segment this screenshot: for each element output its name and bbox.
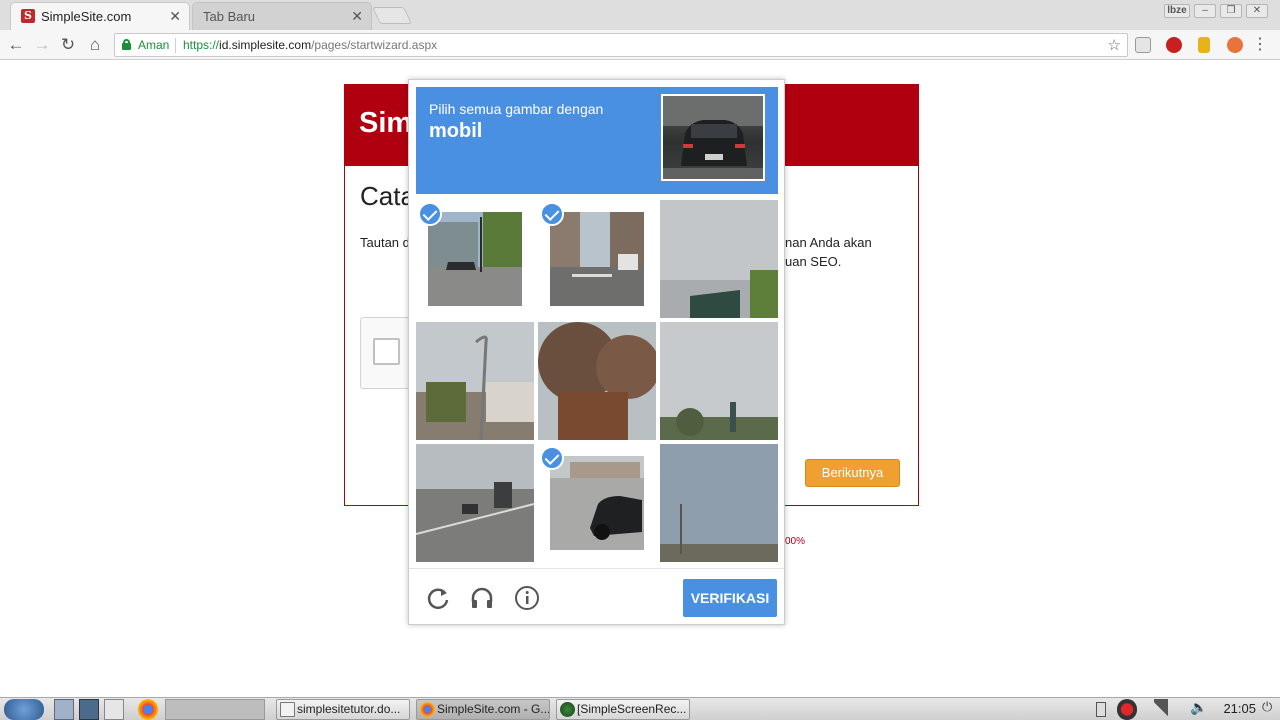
selected-check-icon (540, 202, 564, 226)
close-tab-icon[interactable]: ✕ (169, 8, 181, 25)
volume-icon[interactable]: 🔈 (1190, 699, 1210, 720)
captcha-tile-9[interactable] (660, 444, 778, 562)
task-label: SimpleSite.com - G... (437, 702, 550, 716)
workspace-switcher[interactable] (165, 699, 265, 720)
description-right: nan Anda akan uan SEO. (785, 235, 872, 269)
battery-icon[interactable] (1096, 702, 1106, 717)
task-document[interactable]: simplesitetutor.do... (276, 699, 410, 720)
reload-icon[interactable]: ↻ (58, 35, 78, 55)
captcha-tile-8[interactable] (538, 444, 656, 562)
close-tab-icon[interactable]: ✕ (351, 8, 363, 25)
network-icon[interactable] (1154, 699, 1168, 720)
street-image (550, 456, 644, 550)
audio-challenge-icon[interactable] (469, 585, 495, 611)
captcha-instructions: Pilih semua gambar dengan mobil (416, 87, 778, 194)
captcha-challenge: Pilih semua gambar dengan mobil VERIFIKA… (408, 79, 785, 625)
task-label: simplesitetutor.do... (297, 702, 401, 716)
tab-new[interactable]: Tab Baru ✕ (192, 2, 372, 30)
bookmark-star-icon[interactable]: ☆ (1108, 36, 1121, 54)
home-icon[interactable]: ⌂ (85, 35, 105, 55)
selected-check-icon (418, 202, 442, 226)
progress-label: 00% (785, 536, 806, 547)
secure-label: Aman (138, 38, 170, 52)
record-icon[interactable] (1117, 699, 1137, 720)
start-menu-button[interactable] (4, 699, 44, 720)
url-text: https://id.simplesite.com/pages/startwiz… (183, 38, 437, 52)
captcha-tile-2[interactable] (538, 200, 656, 318)
maximize-button[interactable]: ❐ (1220, 4, 1242, 18)
task-recorder[interactable]: [SimpleScreenRec... (556, 699, 690, 720)
extension-icon[interactable] (1227, 37, 1243, 53)
street-image (660, 444, 778, 562)
close-window-button[interactable]: ✕ (1246, 4, 1268, 18)
captcha-tile-7[interactable] (416, 444, 534, 562)
url-scheme: https:// (183, 38, 220, 52)
tab-title: Tab Baru (203, 9, 256, 24)
url-host: id.simplesite.com (219, 38, 312, 52)
task-label: [SimpleScreenRec... (577, 702, 687, 716)
tab-strip: S SimpleSite.com ✕ Tab Baru ✕ lbze – ❐ ✕ (0, 0, 1280, 30)
browser-toolbar: ← → ↻ ⌂ Aman https://id.simplesite.com/p… (0, 30, 1280, 60)
adblock-extension-icon[interactable] (1166, 37, 1182, 53)
info-icon[interactable] (514, 585, 540, 611)
street-image (428, 212, 522, 306)
captcha-prompt: Pilih semua gambar dengan (429, 101, 604, 117)
power-icon[interactable]: ⏻ (1262, 699, 1276, 720)
lock-icon (122, 39, 131, 50)
chrome-icon (420, 702, 435, 717)
forward-icon[interactable]: → (32, 35, 52, 55)
recaptcha-checkbox[interactable] (373, 338, 400, 365)
window-icon[interactable] (104, 699, 124, 720)
reload-icon[interactable] (425, 585, 451, 611)
captcha-tile-6[interactable] (660, 322, 778, 440)
example-car-image (661, 94, 765, 181)
captcha-tile-3[interactable] (660, 200, 778, 318)
chrome-icon[interactable] (138, 699, 158, 720)
address-bar[interactable]: Aman https://id.simplesite.com/pages/sta… (114, 33, 1128, 57)
new-tab-button[interactable] (372, 7, 412, 24)
captcha-tile-4[interactable] (416, 322, 534, 440)
gmail-extension-icon[interactable] (1135, 37, 1151, 53)
file-manager-icon[interactable] (54, 699, 74, 720)
captcha-target: mobil (429, 120, 483, 142)
description-left: Tautan dan bekerja (360, 235, 415, 250)
web-page: SimpleSite Catatan Tautan dan bekerja na… (0, 61, 1280, 697)
captcha-tile-1[interactable] (416, 200, 534, 318)
selected-check-icon (540, 446, 564, 470)
street-image (538, 322, 656, 440)
document-icon (280, 702, 295, 717)
taskbar: simplesitetutor.do... SimpleSite.com - G… (0, 697, 1280, 720)
street-image (416, 444, 534, 562)
clock: 21:05 (1223, 701, 1256, 716)
street-image (550, 212, 644, 306)
window-controls: lbze – ❐ ✕ (1164, 4, 1268, 20)
street-image (416, 322, 534, 440)
verify-button[interactable]: VERIFIKASI (683, 579, 777, 617)
back-icon[interactable]: ← (6, 35, 26, 55)
tab-simplesite[interactable]: S SimpleSite.com ✕ (10, 2, 190, 30)
street-image (660, 200, 778, 318)
divider (409, 568, 784, 569)
captcha-tile-5[interactable] (538, 322, 656, 440)
tab-title: SimpleSite.com (41, 9, 132, 24)
lock-extension-icon[interactable] (1198, 37, 1210, 53)
menu-icon[interactable]: ⋮ (1252, 36, 1268, 54)
profile-button[interactable]: lbze (1164, 4, 1190, 18)
url-path: /pages/startwizard.aspx (311, 38, 438, 52)
recorder-icon (560, 702, 575, 717)
desktop-icon[interactable] (79, 699, 99, 720)
simplesite-favicon-icon: S (21, 9, 35, 23)
task-browser[interactable]: SimpleSite.com - G... (416, 699, 550, 720)
street-image (660, 322, 778, 440)
minimize-button[interactable]: – (1194, 4, 1216, 18)
next-button[interactable]: Berikutnya (805, 459, 900, 487)
divider (175, 38, 176, 53)
